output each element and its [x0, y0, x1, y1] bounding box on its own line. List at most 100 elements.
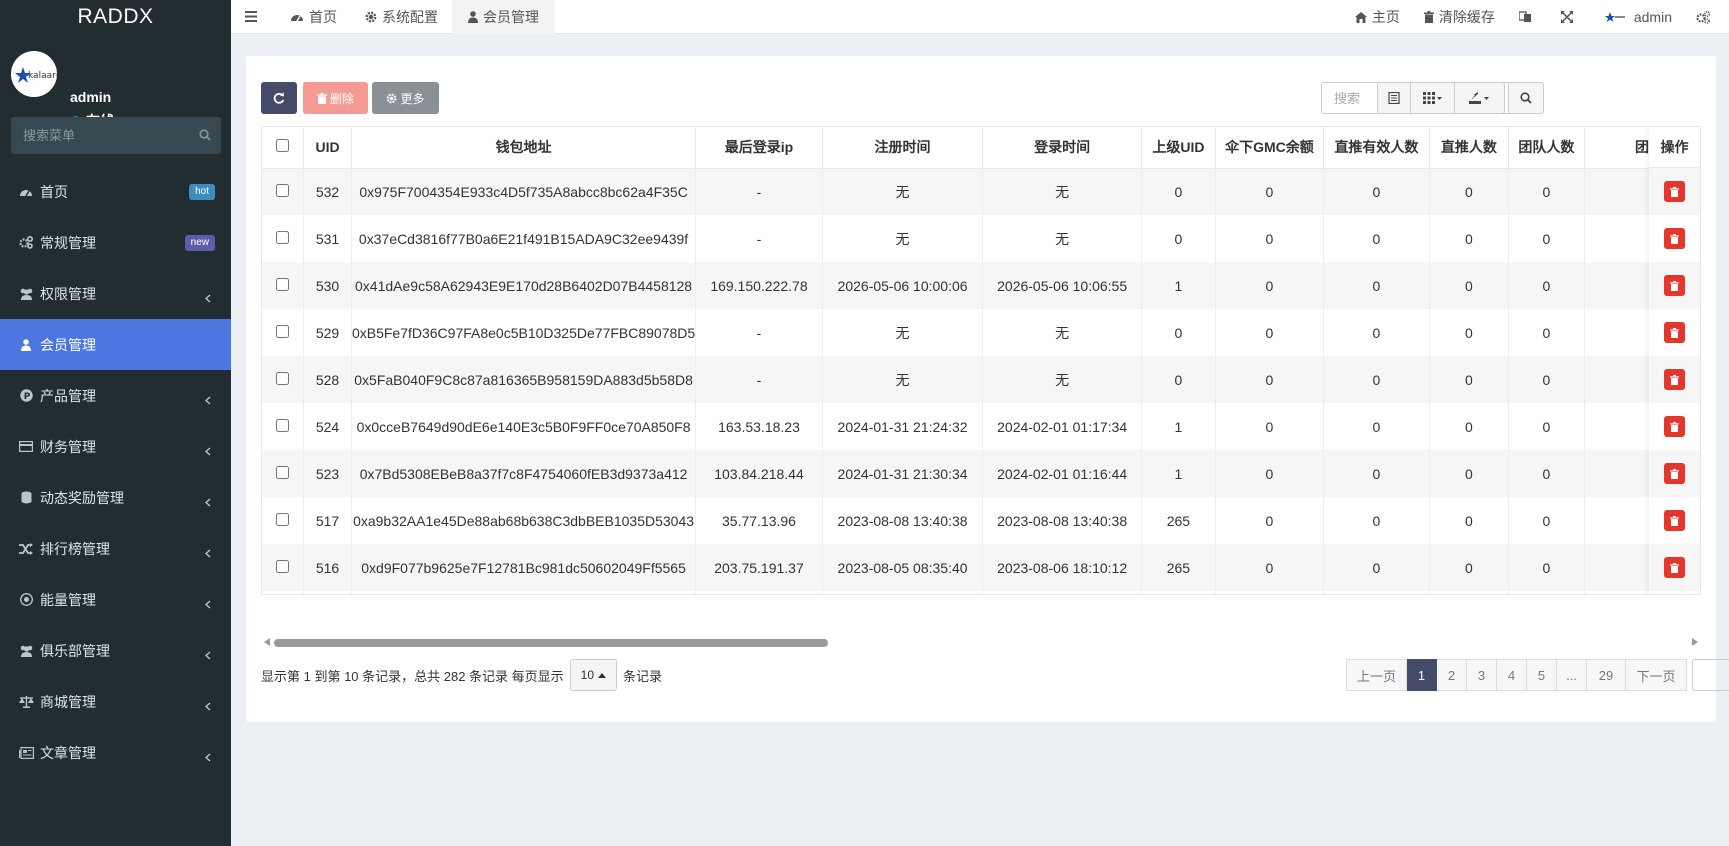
- search-button[interactable]: [1508, 82, 1544, 114]
- row-delete-button[interactable]: [1664, 181, 1685, 202]
- row-checkbox[interactable]: [276, 512, 290, 526]
- column-header[interactable]: 注册时间: [822, 127, 984, 169]
- row-checkbox[interactable]: [276, 277, 290, 291]
- column-header[interactable]: UID: [303, 127, 352, 169]
- table-cell: 265: [1141, 591, 1216, 594]
- table-row[interactable]: 517 0xa9b32AA1e45De88ab68b638C3dbBEB1035D…: [262, 497, 1700, 544]
- table-row[interactable]: 532 0x975F7004354E933c4D5f735A8abcc8bc62a…: [262, 168, 1700, 215]
- sidebar-item-7[interactable]: 排行榜管理: [0, 523, 231, 574]
- row-checkbox[interactable]: [276, 230, 290, 244]
- row-checkbox[interactable]: [276, 183, 290, 197]
- chevron-left-icon: [204, 698, 211, 714]
- search-tool: [1508, 82, 1544, 114]
- select-all-checkbox[interactable]: [276, 139, 290, 153]
- scrollbar-thumb[interactable]: [274, 639, 828, 647]
- row-delete-button[interactable]: [1664, 463, 1685, 484]
- app-logo[interactable]: RADDX: [0, 0, 231, 34]
- clear-cache-button[interactable]: 清除缓存: [1412, 0, 1507, 34]
- sidebar-item-11[interactable]: 文章管理: [0, 727, 231, 778]
- page-button[interactable]: 1: [1407, 659, 1437, 691]
- page-button[interactable]: 4: [1497, 659, 1527, 691]
- row-delete-button[interactable]: [1664, 322, 1685, 343]
- column-header[interactable]: 直推有效人数: [1323, 127, 1430, 169]
- table-row[interactable]: 528 0x5FaB040F9C8c87a816365B958159DA883d5…: [262, 356, 1700, 403]
- sidebar-item-1[interactable]: 常规管理 new: [0, 217, 231, 268]
- sidebar-item-4[interactable]: P 产品管理: [0, 370, 231, 421]
- column-header[interactable]: 钱包地址: [351, 127, 697, 169]
- table-row[interactable]: 529 0xB5Fe7fD36C97FA8e0c5B10D325De77FBC89…: [262, 309, 1700, 356]
- row-checkbox[interactable]: [276, 418, 290, 432]
- sidebar-item-0[interactable]: 首页 hot: [0, 166, 231, 217]
- table-cell: 0: [1323, 497, 1430, 544]
- row-checkbox[interactable]: [276, 559, 290, 573]
- pagination-ellipsis[interactable]: ...: [1557, 659, 1587, 691]
- table-row[interactable]: 524 0x0cceB7649d90dE6e140E3c5B0F9FF0ce70A…: [262, 403, 1700, 450]
- row-checkbox[interactable]: [276, 465, 290, 479]
- table-row[interactable]: 531 0x37eCd3816f77B0a6E21f491B15ADA9C32ee…: [262, 215, 1700, 262]
- row-delete-button[interactable]: [1664, 510, 1685, 531]
- sidebar-item-6[interactable]: 动态奖励管理: [0, 472, 231, 523]
- settings-button[interactable]: [1686, 0, 1729, 34]
- row-checkbox[interactable]: [276, 324, 290, 338]
- chevron-left-icon: [204, 443, 211, 459]
- trash-icon: [1670, 233, 1679, 244]
- page-button[interactable]: 3: [1467, 659, 1497, 691]
- table-cell: 515: [303, 591, 352, 594]
- translate-button[interactable]: [1507, 0, 1549, 34]
- delete-button[interactable]: 删除: [303, 82, 368, 114]
- prev-page-button[interactable]: 上一页: [1346, 659, 1407, 691]
- sidebar: RADDX kalaari admin 在线 首页hot常规管理new 权限管理会…: [0, 0, 231, 846]
- column-header[interactable]: 团队人数: [1508, 127, 1585, 169]
- table-cell: 523: [303, 450, 352, 497]
- avatar: kalaari: [11, 51, 57, 97]
- refresh-button[interactable]: [261, 82, 297, 114]
- sidebar-search-input[interactable]: [23, 128, 199, 143]
- page-size-dropdown[interactable]: 10: [569, 659, 618, 691]
- search-icon[interactable]: [199, 128, 211, 144]
- trash-icon: [1670, 421, 1679, 432]
- more-button[interactable]: 更多: [372, 82, 439, 114]
- row-delete-button[interactable]: [1664, 369, 1685, 390]
- row-delete-button[interactable]: [1664, 275, 1685, 296]
- table-row[interactable]: 530 0x41dAe9c58A62943E9E170d28B6402D07B44…: [262, 262, 1700, 309]
- sidebar-item-3[interactable]: 会员管理: [0, 319, 231, 370]
- row-delete-button[interactable]: [1664, 228, 1685, 249]
- row-checkbox[interactable]: [276, 371, 290, 385]
- tab-home[interactable]: 首页: [276, 0, 351, 34]
- clear-cache-label: 清除缓存: [1438, 9, 1495, 25]
- column-header[interactable]: 登录时间: [982, 127, 1142, 169]
- row-delete-button[interactable]: [1664, 416, 1685, 437]
- next-page-button[interactable]: 下一页: [1626, 659, 1687, 691]
- toggle-view-button[interactable]: [1377, 82, 1411, 114]
- table-cell: 0: [1429, 356, 1509, 403]
- row-select-cell: [262, 215, 305, 262]
- jump-page-input[interactable]: [1692, 659, 1729, 691]
- column-header[interactable]: 上级UID: [1141, 127, 1216, 169]
- export-dropdown-button[interactable]: [1455, 82, 1505, 114]
- sidebar-item-8[interactable]: 能量管理: [0, 574, 231, 625]
- home-link[interactable]: 主页: [1343, 0, 1412, 34]
- table-cell: -: [695, 356, 823, 403]
- horizontal-scrollbar[interactable]: [261, 637, 1701, 647]
- tab-system-config[interactable]: 系统配置: [351, 0, 452, 34]
- column-header[interactable]: 最后登录ip: [695, 127, 823, 169]
- column-header[interactable]: 伞下GMC余额: [1215, 127, 1324, 169]
- table-cell: 1: [1141, 262, 1216, 309]
- sidebar-item-10[interactable]: 商城管理: [0, 676, 231, 727]
- page-button[interactable]: 2: [1437, 659, 1467, 691]
- tab-member-management[interactable]: 会员管理: [452, 0, 555, 34]
- table-row[interactable]: 516 0xd9F077b9625e7F12781Bc981dc50602049F…: [262, 544, 1700, 591]
- row-delete-button[interactable]: [1664, 557, 1685, 578]
- sidebar-item-9[interactable]: 俱乐部管理: [0, 625, 231, 676]
- sidebar-item-5[interactable]: 财务管理: [0, 421, 231, 472]
- sidebar-toggle-button[interactable]: [231, 0, 276, 34]
- columns-dropdown-button[interactable]: [1411, 82, 1455, 114]
- page-button[interactable]: 5: [1527, 659, 1557, 691]
- fullscreen-button[interactable]: [1549, 0, 1590, 34]
- sidebar-item-2[interactable]: 权限管理: [0, 268, 231, 319]
- column-header[interactable]: 直推人数: [1429, 127, 1509, 169]
- page-button[interactable]: 29: [1587, 659, 1626, 691]
- admin-menu[interactable]: admin: [1590, 0, 1686, 34]
- table-row[interactable]: 523 0x7Bd5308EBeB8a37f7c8F4754060fEB3d937…: [262, 450, 1700, 497]
- table-row[interactable]: 5150x65A2Fe0B35ac53c1aE2A4E70bB2Bccd1989…: [262, 591, 1700, 594]
